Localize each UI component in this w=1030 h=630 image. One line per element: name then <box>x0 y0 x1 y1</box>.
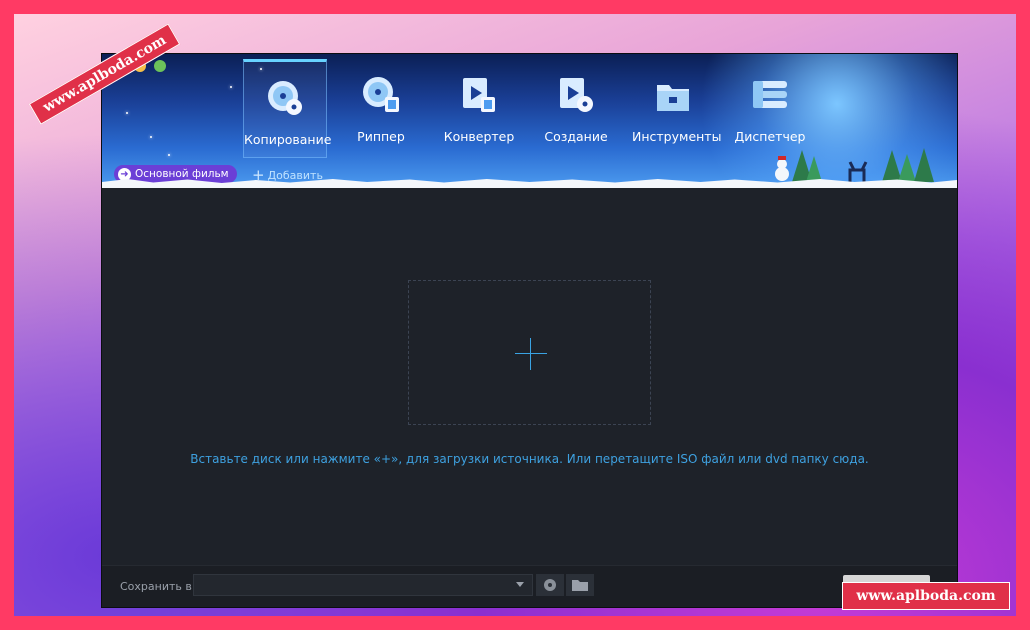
video-converter-icon <box>463 78 495 112</box>
save-to-label: Сохранить в: <box>120 580 196 593</box>
main-tabs: Копирование Риппер Конвертер Создание Ин… <box>239 59 839 171</box>
save-path-dropdown[interactable] <box>193 574 533 596</box>
tab-task-manager[interactable]: Диспетчер заданий <box>729 59 811 154</box>
desktop-background: www.aplboda.com Копирование Риппер Конве… <box>14 14 1016 616</box>
folder-icon <box>572 580 588 591</box>
chevron-down-icon <box>516 582 524 587</box>
arrow-right-icon: ➜ <box>118 167 131 181</box>
tab-ripper-label: Риппер <box>357 129 405 144</box>
task-manager-icon <box>753 81 787 108</box>
iso-output-button[interactable] <box>536 574 564 596</box>
tab-converter-label: Конвертер <box>443 129 515 144</box>
tab-disc-creator[interactable]: Создание диска <box>535 59 617 154</box>
disc-ripper-icon <box>363 77 399 112</box>
iso-disc-icon <box>544 579 556 591</box>
footer-bar: Сохранить в: Пуск <box>102 565 957 607</box>
tab-converter[interactable]: Конвертер <box>438 59 520 154</box>
add-plus-icon <box>515 353 547 354</box>
tab-task-manager-label: Диспетчер заданий <box>734 129 806 144</box>
header-banner: Копирование Риппер Конвертер Создание Ин… <box>102 54 957 188</box>
drop-hint: Вставьте диск или нажмите «+», для загру… <box>190 452 869 466</box>
toolbox-icon <box>657 85 689 111</box>
drop-zone[interactable] <box>408 280 651 425</box>
add-source-label: Добавить <box>267 168 323 182</box>
christmas-decoration <box>775 148 934 182</box>
browse-folder-button[interactable] <box>566 574 594 596</box>
window-zoom-button[interactable] <box>154 60 166 72</box>
watermark-bottom-right: www.aplboda.com <box>842 582 1010 610</box>
tab-copy[interactable]: Копирование <box>243 59 332 158</box>
tab-ripper[interactable]: Риппер <box>340 59 422 154</box>
tab-tools-label: Инструменты <box>632 129 722 144</box>
tab-disc-creator-label: Создание диска <box>544 129 608 144</box>
disc-copy-icon <box>268 81 302 115</box>
disc-creator-icon <box>560 78 593 112</box>
main-film-label: Основной фильм <box>135 168 229 180</box>
tab-copy-label: Копирование <box>244 132 332 147</box>
app-window: Копирование Риппер Конвертер Создание Ин… <box>101 53 958 608</box>
tab-tools[interactable]: Инструменты <box>632 59 722 154</box>
